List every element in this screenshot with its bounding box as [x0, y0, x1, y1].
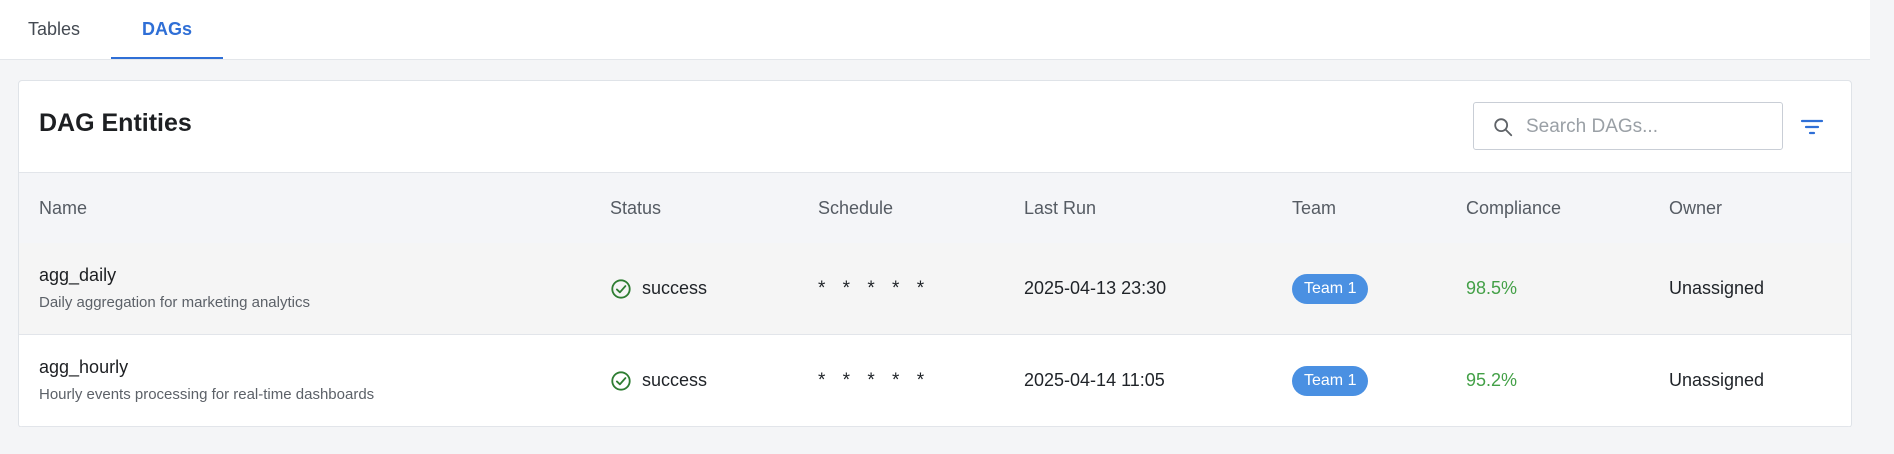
column-header-compliance[interactable]: Compliance: [1466, 173, 1561, 243]
app-root: Tables DAGs DAG Entities Name Status Sch: [0, 0, 1894, 454]
page-background: [0, 427, 1870, 454]
dag-description: Daily aggregation for marketing analytic…: [39, 294, 310, 311]
status-text: success: [642, 370, 708, 390]
column-header-status[interactable]: Status: [610, 173, 661, 243]
owner-cell: Unassigned: [1669, 278, 1765, 298]
team-cell: Team 1: [1292, 243, 1369, 334]
table-row[interactable]: agg_hourly Hourly events processing for …: [19, 335, 1851, 427]
filter-icon[interactable]: [1799, 114, 1825, 140]
check-circle-icon: [611, 370, 631, 391]
schedule-cell: * * * * *: [818, 277, 931, 299]
team-cell: Team 1: [1292, 335, 1369, 426]
page-title: DAG Entities: [39, 109, 192, 137]
dag-name[interactable]: agg_daily: [39, 265, 310, 286]
dag-name[interactable]: agg_hourly: [39, 357, 374, 378]
check-circle-icon: [611, 278, 631, 299]
table-header: Name Status Schedule Last Run Team Compl…: [19, 172, 1851, 244]
dag-name-cell: agg_hourly Hourly events processing for …: [39, 357, 374, 403]
team-badge: Team 1: [1292, 365, 1369, 396]
tab-tables[interactable]: Tables: [0, 0, 108, 59]
status-cell: success: [610, 335, 707, 426]
search-input[interactable]: [1524, 103, 1778, 151]
tab-bar: Tables DAGs: [0, 0, 1870, 60]
dag-entities-card: DAG Entities Name Status Schedule Last R…: [18, 80, 1852, 428]
last-run-cell: 2025-04-13 23:30: [1024, 278, 1167, 298]
card-header: DAG Entities: [19, 81, 1851, 171]
column-header-schedule[interactable]: Schedule: [818, 173, 893, 243]
search-box[interactable]: [1473, 102, 1783, 151]
search-icon: [1494, 118, 1513, 137]
dag-description: Hourly events processing for real-time d…: [39, 386, 375, 403]
compliance-cell: 95.2%: [1466, 370, 1518, 390]
team-badge: Team 1: [1292, 273, 1369, 304]
tab-dags[interactable]: DAGs: [111, 0, 223, 59]
compliance-cell: 98.5%: [1466, 278, 1518, 298]
scroll-gutter: [1870, 0, 1894, 454]
status-cell: success: [610, 243, 707, 334]
owner-cell: Unassigned: [1669, 370, 1765, 390]
column-header-last-run[interactable]: Last Run: [1024, 173, 1096, 243]
column-header-team[interactable]: Team: [1292, 173, 1336, 243]
last-run-cell: 2025-04-14 11:05: [1024, 370, 1165, 390]
column-header-owner[interactable]: Owner: [1669, 173, 1722, 243]
dag-name-cell: agg_daily Daily aggregation for marketin…: [39, 265, 310, 311]
schedule-cell: * * * * *: [818, 369, 931, 391]
column-header-name[interactable]: Name: [39, 173, 87, 243]
table-row[interactable]: agg_daily Daily aggregation for marketin…: [19, 243, 1851, 335]
status-text: success: [642, 278, 708, 298]
